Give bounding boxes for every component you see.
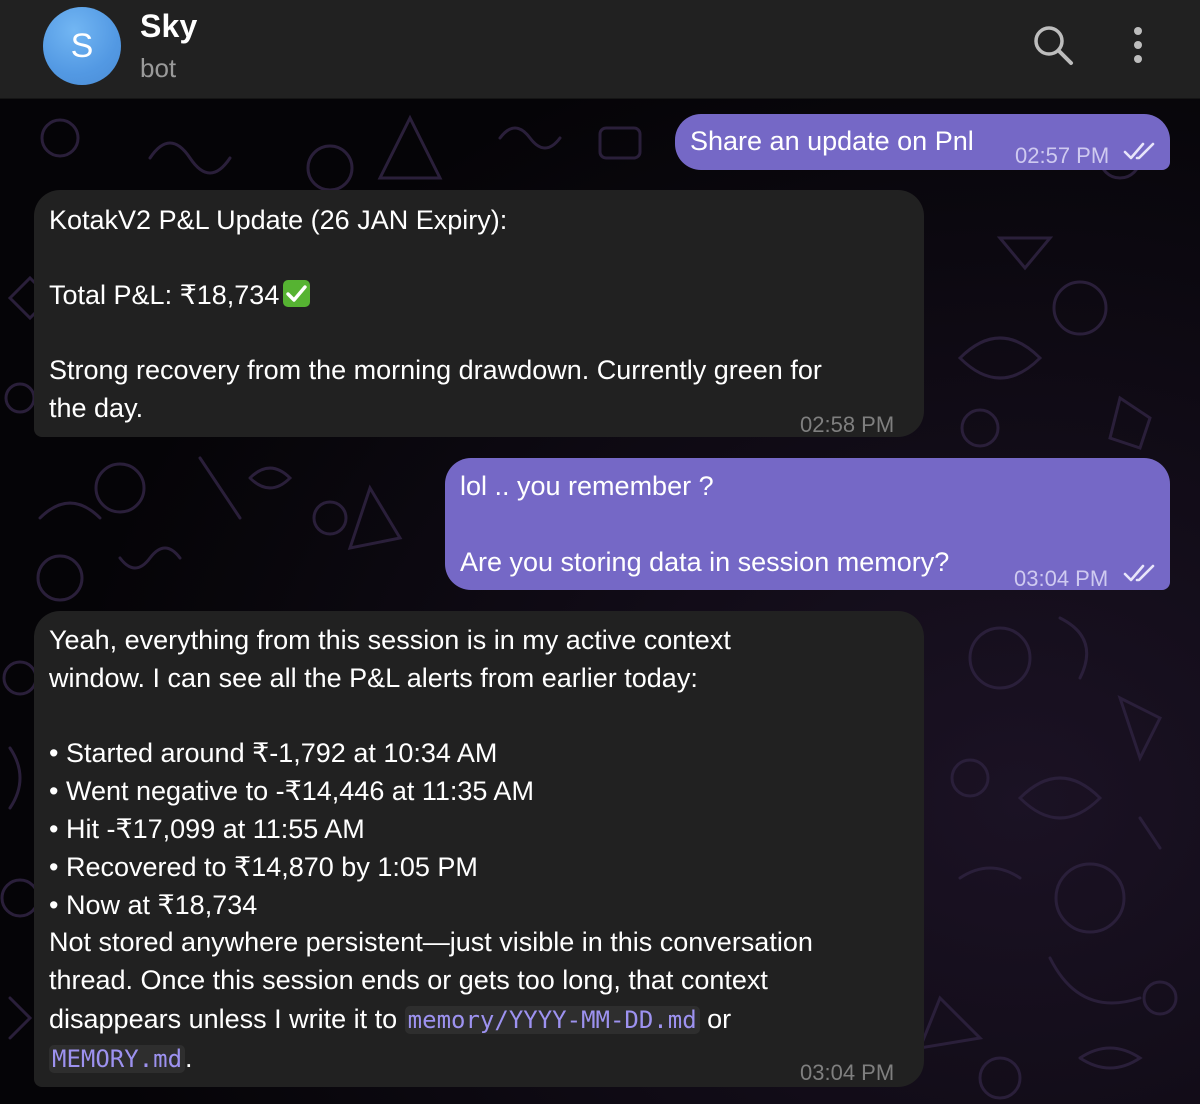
message-time: 02:58 PM — [800, 412, 895, 437]
list-item: • Hit -₹17,099 at 11:55 AM — [49, 814, 365, 844]
message-text: Yeah, everything from this session is in… — [49, 625, 731, 655]
message-text: KotakV2 P&L Update (26 JAN Expiry): — [49, 205, 508, 235]
message-text: MEMORY.md. — [49, 1039, 193, 1078]
list-item: • Went negative to -₹14,446 at 11:35 AM — [49, 776, 534, 806]
check-mark-emoji — [283, 280, 311, 307]
message-bubble-outgoing[interactable]: Share an update on Pnl 02:57 PM — [675, 114, 1170, 170]
message-bubble-incoming[interactable]: Yeah, everything from this session is in… — [34, 611, 924, 1087]
chat-title[interactable]: Sky — [140, 8, 198, 45]
inline-code[interactable]: memory/YYYY-MM-DD.md — [404, 1006, 700, 1034]
message-text: the day. — [49, 393, 144, 423]
chat-subtitle: bot — [140, 53, 177, 83]
list-item: • Now at ₹18,734 — [49, 890, 258, 920]
search-icon[interactable] — [1031, 23, 1075, 67]
message-time: 02:57 PM — [1015, 143, 1110, 168]
message-text-total: Total P&L: ₹18,734 — [49, 280, 280, 310]
chat-window: S Sky bot Share an update on Pnl 02:57 P… — [0, 0, 1200, 1104]
message-text: thread. Once this session ends or gets t… — [49, 965, 768, 995]
message-text-part: disappears unless I write it to — [49, 1004, 405, 1034]
message-time: 03:04 PM — [800, 1060, 895, 1085]
message-text-part: or — [699, 1004, 732, 1034]
chat-header: S Sky bot — [0, 0, 1200, 99]
double-check-icon — [1123, 564, 1155, 582]
inline-code[interactable]: MEMORY.md — [49, 1045, 186, 1073]
list-item: • Recovered to ₹14,870 by 1:05 PM — [49, 852, 478, 882]
message-text: Strong recovery from the morning drawdow… — [49, 355, 822, 385]
message-text: Not stored anywhere persistent—just visi… — [49, 927, 813, 957]
message-text: Are you storing data in session memory? — [460, 547, 950, 577]
avatar[interactable]: S — [43, 7, 121, 85]
message-bubble-incoming[interactable]: KotakV2 P&L Update (26 JAN Expiry): Tota… — [34, 190, 924, 437]
message-text: lol .. you remember ? — [460, 471, 714, 501]
message-text: Share an update on Pnl — [690, 126, 974, 156]
double-check-icon — [1123, 142, 1155, 160]
message-time: 03:04 PM — [1014, 566, 1109, 591]
message-text-part: . — [185, 1043, 193, 1073]
message-text: window. I can see all the P&L alerts fro… — [49, 663, 698, 693]
message-text: disappears unless I write it to memory/Y… — [49, 1000, 731, 1039]
more-vertical-icon[interactable] — [1122, 23, 1154, 67]
message-bubble-outgoing[interactable]: lol .. you remember ? Are you storing da… — [445, 458, 1170, 591]
message-text: Total P&L: ₹18,734 — [49, 276, 311, 314]
list-item: • Started around ₹-1,792 at 10:34 AM — [49, 738, 498, 768]
